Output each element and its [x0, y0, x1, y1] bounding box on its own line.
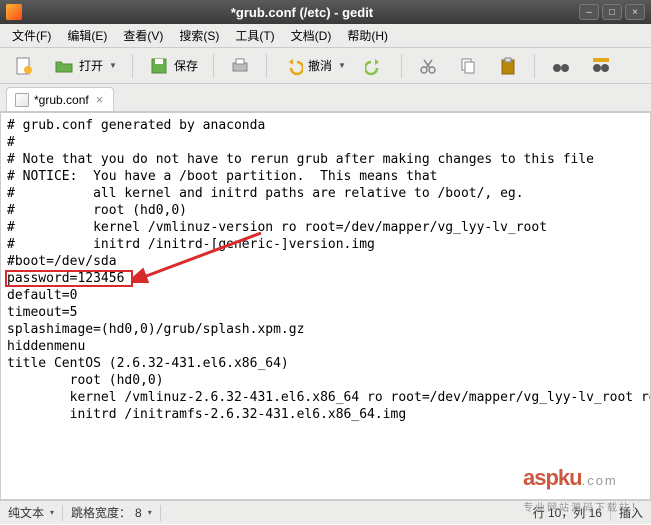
chevron-down-icon: ▾	[148, 508, 152, 517]
separator	[401, 54, 402, 78]
find-replace-icon	[590, 55, 612, 77]
menu-view[interactable]: 查看(V)	[115, 24, 171, 47]
chevron-down-icon: ▾	[50, 508, 54, 517]
minimize-button[interactable]: –	[579, 4, 599, 20]
toolbar: 打开 ▼ 保存 撤消 ▼	[0, 48, 651, 84]
replace-button[interactable]	[583, 52, 619, 80]
document-icon	[15, 93, 29, 107]
tab-grub-conf[interactable]: *grub.conf ×	[6, 87, 114, 111]
tab-close-icon[interactable]: ×	[94, 92, 106, 107]
separator	[160, 505, 161, 521]
annotation-highlight	[5, 270, 133, 287]
chevron-down-icon: ▼	[109, 61, 117, 70]
save-button[interactable]: 保存	[141, 52, 205, 80]
redo-icon	[364, 55, 386, 77]
redo-button[interactable]	[357, 52, 393, 80]
print-button[interactable]	[222, 52, 258, 80]
printer-icon	[229, 55, 251, 77]
paste-icon	[497, 55, 519, 77]
save-label: 保存	[174, 57, 198, 74]
status-insert: 插入	[611, 504, 651, 521]
document-tabstrip: *grub.conf ×	[0, 84, 651, 112]
undo-label: 撤消	[308, 57, 332, 74]
menu-search[interactable]: 搜索(S)	[171, 24, 227, 47]
close-button[interactable]: ×	[625, 4, 645, 20]
cut-button[interactable]	[410, 52, 446, 80]
maximize-button[interactable]: □	[602, 4, 622, 20]
binoculars-icon	[550, 55, 572, 77]
menu-help[interactable]: 帮助(H)	[339, 24, 396, 47]
gedit-icon	[6, 4, 22, 20]
menu-tools[interactable]: 工具(T)	[227, 24, 282, 47]
status-tabwidth[interactable]: 跳格宽度： 8 ▾	[63, 504, 160, 521]
tab-label: *grub.conf	[34, 93, 89, 107]
undo-icon	[282, 55, 304, 77]
undo-button[interactable]: 撤消 ▼	[275, 52, 353, 80]
window-title: *grub.conf (/etc) - gedit	[28, 5, 576, 20]
folder-open-icon	[53, 55, 75, 77]
menu-file[interactable]: 文件(F)	[4, 24, 59, 47]
status-mode[interactable]: 纯文本 ▾	[0, 504, 62, 521]
copy-button[interactable]	[450, 52, 486, 80]
scissors-icon	[417, 55, 439, 77]
menubar: 文件(F) 编辑(E) 查看(V) 搜索(S) 工具(T) 文档(D) 帮助(H…	[0, 24, 651, 48]
separator	[266, 54, 267, 78]
find-button[interactable]	[543, 52, 579, 80]
status-position: 行 10，列 16	[525, 504, 610, 521]
copy-icon	[457, 55, 479, 77]
new-button[interactable]	[6, 52, 42, 80]
open-label: 打开	[79, 57, 103, 74]
titlebar: *grub.conf (/etc) - gedit – □ ×	[0, 0, 651, 24]
save-icon	[148, 55, 170, 77]
separator	[534, 54, 535, 78]
menu-documents[interactable]: 文档(D)	[283, 24, 340, 47]
menu-edit[interactable]: 编辑(E)	[59, 24, 115, 47]
separator	[132, 54, 133, 78]
editor-area[interactable]: # grub.conf generated by anaconda # # No…	[0, 112, 651, 500]
paste-button[interactable]	[490, 52, 526, 80]
chevron-down-icon: ▼	[338, 61, 346, 70]
statusbar: 纯文本 ▾ 跳格宽度： 8 ▾ 行 10，列 16 插入	[0, 500, 651, 524]
new-icon	[13, 55, 35, 77]
separator	[213, 54, 214, 78]
open-button[interactable]: 打开 ▼	[46, 52, 124, 80]
